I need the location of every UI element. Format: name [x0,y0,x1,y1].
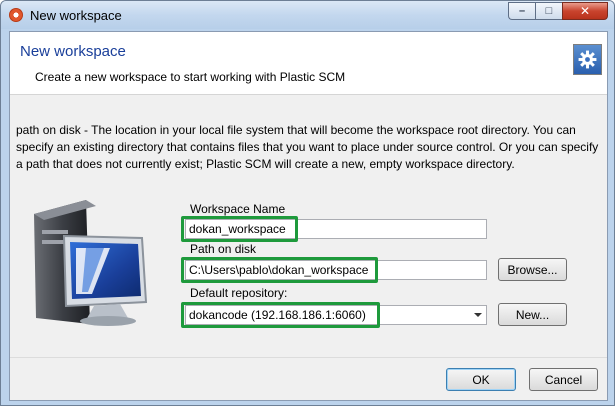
chevron-down-icon[interactable] [474,313,482,317]
footer-divider [10,357,607,358]
path-on-disk-highlight [181,257,378,283]
default-repository-label: Default repository: [190,286,288,300]
close-button[interactable]: ✕ [562,2,608,20]
maximize-button[interactable]: □ [535,2,562,20]
workspace-name-highlight [181,216,298,242]
ok-button[interactable]: OK [446,368,516,391]
browse-button[interactable]: Browse... [498,258,567,281]
header-title: New workspace [20,43,126,60]
dialog-body: New workspace Create a new workspace to … [9,31,608,401]
path-on-disk-label: Path on disk [190,242,257,256]
title-bar[interactable]: New workspace – □ ✕ [1,1,614,29]
minimize-button[interactable]: – [508,2,535,20]
default-repository-highlight [181,302,380,328]
plastic-scm-app-icon [9,8,23,22]
header-subtitle: Create a new workspace to start working … [35,70,346,84]
path-description: path on disk - The location in your loca… [16,123,599,171]
computer-icon [34,200,148,326]
workspace-name-label: Workspace Name [190,202,286,216]
window-controls: – □ ✕ [508,2,608,21]
dialog-header: New workspace Create a new workspace to … [10,32,607,95]
cancel-button[interactable]: Cancel [529,368,598,391]
gear-icon [573,44,602,75]
new-repository-button[interactable]: New... [498,303,567,326]
window-title: New workspace [30,8,122,23]
new-workspace-dialog: New workspace – □ ✕ New workspace Create… [0,0,615,406]
